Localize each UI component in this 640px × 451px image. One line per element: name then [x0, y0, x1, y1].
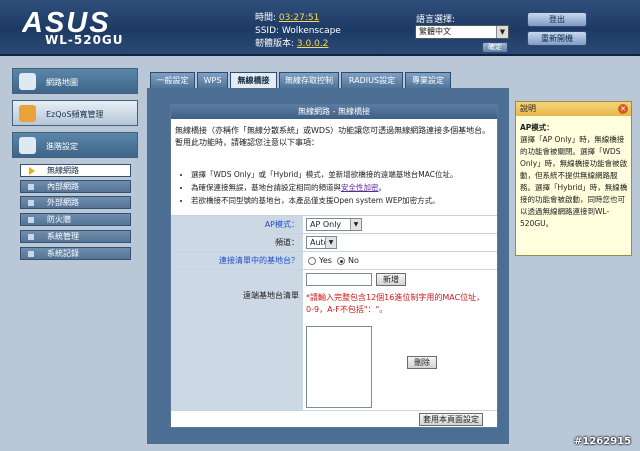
- sidebar-sub-lan[interactable]: 內部網路: [20, 180, 131, 193]
- apply-row: 套用本頁面設定: [171, 410, 497, 428]
- sidebar-sub-label: 無線網路: [47, 166, 79, 175]
- close-icon[interactable]: ✕: [618, 104, 628, 114]
- time-value[interactable]: 03:27:51: [279, 13, 319, 23]
- tab-wps[interactable]: WPS: [197, 72, 228, 88]
- language-select[interactable]: 繁體中文 ▼: [415, 25, 509, 39]
- ap-mode-value: AP Only: [310, 220, 342, 229]
- advanced-settings-icon: [19, 137, 36, 154]
- sidebar-item-advanced[interactable]: 進階設定: [12, 132, 138, 158]
- notes-list: 選擇「WDS Only」或「Hybrid」模式，並新增欲橋接的遠端基地台MAC位…: [191, 168, 491, 207]
- no-radio[interactable]: [337, 257, 345, 265]
- ap-mode-select[interactable]: AP Only ▼: [306, 218, 362, 231]
- sidebar-sub-label: 系統記錄: [47, 249, 79, 258]
- chevron-down-icon: ▼: [325, 237, 336, 248]
- bullet-icon: [28, 217, 34, 223]
- channel-label: 頻道：: [171, 234, 303, 251]
- watermark: #1262915: [574, 436, 632, 447]
- tab-bridge[interactable]: 無線橋接: [230, 72, 277, 88]
- remote-ap-list[interactable]: [306, 326, 372, 408]
- help-heading: AP模式：: [520, 123, 554, 132]
- header: ASUS WL-520GU 時間: 03:27:51 SSID: Wolkens…: [0, 0, 640, 56]
- sidebar-item-ezqos[interactable]: EzQoS頻寬管理: [12, 100, 138, 126]
- time-label: 時間:: [255, 13, 277, 23]
- ssid-value: Wolkenscape: [281, 26, 341, 36]
- chevron-down-icon: ▼: [496, 26, 508, 38]
- qos-icon: [19, 105, 36, 122]
- tab-access-control[interactable]: 無線存取控制: [279, 72, 339, 88]
- panel-description: 無線橋接（亦稱作「無線分散系統」或WDS）功能讓您可透過無線網路連接多個基地台。…: [175, 126, 491, 147]
- security-link[interactable]: 安全性加密: [341, 183, 379, 192]
- mac-hint-line1: *請輸入完整包含12個16進位制字用的MAC位址，: [306, 293, 485, 302]
- yes-radio[interactable]: [308, 257, 316, 265]
- delete-button[interactable]: 刪除: [407, 356, 437, 369]
- sidebar-sub-wireless[interactable]: 無線網路: [20, 164, 131, 177]
- ssid-label: SSID:: [255, 26, 280, 36]
- tab-radius[interactable]: RADIUS設定: [341, 72, 403, 88]
- arrow-right-icon: [29, 167, 35, 175]
- sidebar-item-label: 進階設定: [46, 142, 78, 151]
- note-text: 。: [378, 183, 387, 192]
- help-panel: 說明 ✕ AP模式： 選擇「AP Only」時，無線橋接的功能會被關閉。選擇「W…: [515, 101, 632, 256]
- bullet-icon: [28, 251, 34, 257]
- sidebar-sub-administration[interactable]: 系統管理: [20, 230, 131, 243]
- tab-general[interactable]: 一般設定: [150, 72, 195, 88]
- svg-text:ASUS: ASUS: [22, 7, 111, 36]
- sidebar-sub-firewall[interactable]: 防火牆: [20, 213, 131, 226]
- sidebar-sub-label: 外部網路: [47, 198, 79, 207]
- firmware-label: 韌體版本:: [255, 39, 295, 49]
- bullet-icon: [28, 200, 34, 206]
- ap-mode-row: AP模式： AP Only ▼: [171, 215, 497, 233]
- reboot-button[interactable]: 重新開機: [527, 31, 587, 46]
- no-label: No: [348, 256, 359, 265]
- remote-list-label: 遠端基地台清單: [171, 270, 303, 410]
- note-item: 為確保連接無誤，基地台請設定相同的頻道與安全性加密。: [191, 181, 491, 194]
- sidebar-item-label: 網路地圖: [46, 78, 78, 87]
- tab-professional[interactable]: 專業設定: [405, 72, 451, 88]
- note-text: 為確保連接無誤，基地台請設定相同的頻道與: [191, 183, 341, 192]
- asus-logo: ASUS: [22, 7, 111, 36]
- remote-ap-row: 遠端基地台清單 新增 *請輸入完整包含12個16進位制字用的MAC位址， 0-9…: [171, 269, 497, 410]
- sidebar-sub-label: 防火牆: [47, 215, 71, 224]
- connect-label: 連接清單中的基地台？: [171, 252, 303, 269]
- model-name: WL-520GU: [45, 33, 124, 47]
- bullet-icon: [28, 234, 34, 240]
- panel-title: 無線網路 - 無線橋接: [171, 105, 497, 119]
- channel-select[interactable]: Auto ▼: [306, 236, 337, 249]
- chevron-down-icon: ▼: [350, 219, 361, 230]
- yes-label: Yes: [319, 256, 332, 265]
- help-title: 說明: [516, 102, 631, 116]
- language-label: 語言選擇:: [416, 15, 456, 25]
- help-text: 選擇「AP Only」時，無線橋接的功能會被關閉。選擇「WDS Only」時，無…: [520, 135, 628, 228]
- mac-address-input[interactable]: [306, 273, 372, 286]
- sidebar-item-label: EzQoS頻寬管理: [46, 110, 104, 119]
- language-value: 繁體中文: [419, 27, 451, 36]
- system-info: 時間: 03:27:51 SSID: Wolkenscape 韌體版本: 3.0…: [255, 12, 341, 51]
- apply-settings-button[interactable]: 套用本頁面設定: [419, 413, 483, 426]
- firmware-value[interactable]: 3.0.0.2: [297, 39, 329, 49]
- help-body: AP模式： 選擇「AP Only」時，無線橋接的功能會被關閉。選擇「WDS On…: [520, 122, 630, 230]
- mac-hint-line2: 0-9，A-F不包括"："。: [306, 305, 388, 314]
- add-button[interactable]: 新增: [376, 273, 406, 286]
- network-map-icon: [19, 73, 36, 90]
- sidebar-item-network-map[interactable]: 網路地圖: [12, 68, 138, 94]
- language-apply-button[interactable]: 確定: [482, 42, 508, 53]
- logout-button[interactable]: 登出: [527, 12, 587, 27]
- connect-row: 連接清單中的基地台？ Yes No: [171, 251, 497, 269]
- sidebar-sub-wan[interactable]: 外部網路: [20, 196, 131, 209]
- note-item: 若欲橋接不同型號的基地台，本產品僅支援Open system WEP加密方式。: [191, 194, 491, 207]
- sidebar-sub-system-log[interactable]: 系統記錄: [20, 247, 131, 260]
- note-item: 選擇「WDS Only」或「Hybrid」模式，並新增欲橋接的遠端基地台MAC位…: [191, 168, 491, 181]
- bullet-icon: [28, 184, 34, 190]
- ap-mode-label: AP模式：: [171, 216, 303, 233]
- sidebar-sub-label: 內部網路: [47, 182, 79, 191]
- bridge-settings-panel: 無線網路 - 無線橋接 無線橋接（亦稱作「無線分散系統」或WDS）功能讓您可透過…: [170, 104, 498, 428]
- channel-row: 頻道： Auto ▼: [171, 233, 497, 251]
- sidebar-sub-label: 系統管理: [47, 232, 79, 241]
